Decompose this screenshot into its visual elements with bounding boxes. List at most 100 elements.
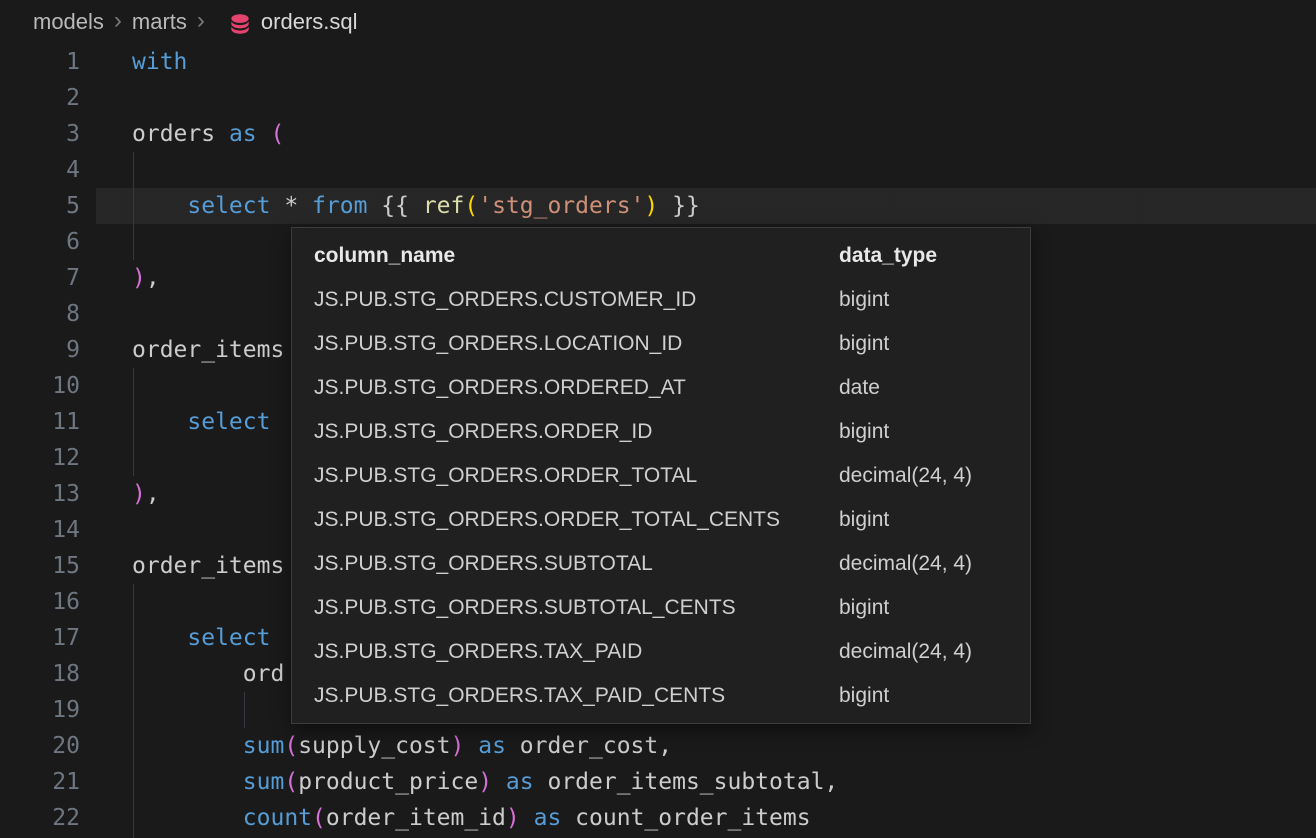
code-text[interactable]: order_items — [132, 332, 284, 368]
code-token: select — [187, 193, 270, 219]
code-text[interactable]: sum(product_price) as order_items_subtot… — [132, 764, 838, 800]
column-name-cell: JS.PUB.STG_ORDERS.ORDER_ID — [314, 410, 839, 454]
code-token: order_cost, — [506, 733, 672, 759]
code-token: ord — [132, 661, 284, 687]
code-text[interactable]: with — [132, 44, 187, 80]
line-number[interactable]: 12 — [0, 440, 80, 476]
code-text[interactable]: sum(supply_cost) as order_cost, — [132, 728, 672, 764]
data-type-cell: date — [839, 366, 1030, 410]
line-number[interactable]: 11 — [0, 404, 80, 440]
code-token: order_item_id — [326, 805, 506, 831]
code-token: ) — [644, 193, 658, 219]
data-type-cell: bigint — [839, 586, 1030, 630]
breadcrumb: models › marts › orders.sql — [0, 0, 1316, 44]
data-type-cell: decimal(24, 4) — [839, 454, 1030, 498]
indent-guide — [133, 152, 134, 260]
code-text[interactable]: select — [132, 620, 270, 656]
column-name-cell: JS.PUB.STG_ORDERS.SUBTOTAL — [314, 542, 839, 586]
hover-table-body: JS.PUB.STG_ORDERS.CUSTOMER_IDbigintJS.PU… — [314, 278, 1030, 718]
code-token: ref — [423, 193, 465, 219]
code-token: {{ — [367, 193, 422, 219]
code-token — [492, 769, 506, 795]
code-line-1[interactable]: 1 with — [0, 44, 1316, 80]
code-line-2[interactable]: 2 — [0, 80, 1316, 116]
code-token: ( — [271, 121, 285, 147]
breadcrumb-item-marts[interactable]: marts — [132, 9, 187, 35]
line-number[interactable]: 1 — [0, 44, 80, 80]
code-token: * — [270, 193, 312, 219]
code-token: sum — [243, 733, 285, 759]
breadcrumb-item-models[interactable]: models — [33, 9, 104, 35]
line-number[interactable]: 20 — [0, 728, 80, 764]
line-number[interactable]: 9 — [0, 332, 80, 368]
line-number[interactable]: 3 — [0, 116, 80, 152]
code-text[interactable]: ), — [132, 476, 160, 512]
hover-table-row: JS.PUB.STG_ORDERS.LOCATION_IDbigint — [314, 322, 1030, 366]
code-line-22[interactable]: 22 count(order_item_id) as count_order_i… — [0, 800, 1316, 836]
code-text[interactable]: count(order_item_id) as count_order_item… — [132, 800, 811, 836]
code-token: , — [146, 265, 160, 291]
column-name-cell: JS.PUB.STG_ORDERS.CUSTOMER_ID — [314, 278, 839, 322]
line-number[interactable]: 17 — [0, 620, 80, 656]
line-number[interactable]: 13 — [0, 476, 80, 512]
code-token: orders — [132, 121, 229, 147]
code-token: ( — [464, 193, 478, 219]
line-number[interactable]: 8 — [0, 296, 80, 332]
indent-guide — [133, 368, 134, 476]
code-line-3[interactable]: 3 orders as ( — [0, 116, 1316, 152]
code-line-4[interactable]: 4 — [0, 152, 1316, 188]
line-number[interactable]: 21 — [0, 764, 80, 800]
line-number[interactable]: 10 — [0, 368, 80, 404]
code-line-21[interactable]: 21 sum(product_price) as order_items_sub… — [0, 764, 1316, 800]
code-token: as — [506, 769, 534, 795]
code-token: count — [243, 805, 312, 831]
line-number[interactable]: 7 — [0, 260, 80, 296]
code-token: }} — [658, 193, 700, 219]
code-token: with — [132, 49, 187, 75]
code-token — [132, 625, 187, 651]
data-type-cell: bigint — [839, 498, 1030, 542]
code-line-5[interactable]: 5 select * from {{ ref('stg_orders') }} — [0, 188, 1316, 224]
breadcrumb-item-file[interactable]: orders.sql — [261, 9, 358, 35]
line-number[interactable]: 5 — [0, 188, 80, 224]
code-token: count_order_items — [561, 805, 810, 831]
code-token — [132, 409, 187, 435]
hover-table-header: column_name data_type — [314, 234, 1030, 278]
line-number[interactable]: 18 — [0, 656, 80, 692]
data-type-cell: bigint — [839, 410, 1030, 454]
code-text[interactable]: orders as ( — [132, 116, 284, 152]
code-token: ( — [284, 769, 298, 795]
code-text[interactable]: select — [132, 404, 270, 440]
line-number[interactable]: 2 — [0, 80, 80, 116]
column-name-cell: JS.PUB.STG_ORDERS.TAX_PAID_CENTS — [314, 674, 839, 718]
line-number[interactable]: 4 — [0, 152, 80, 188]
code-text[interactable]: order_items — [132, 548, 284, 584]
code-token: ) — [478, 769, 492, 795]
code-token: order_items — [132, 337, 284, 363]
code-text[interactable]: ord — [132, 656, 284, 692]
code-token — [132, 769, 243, 795]
column-name-header: column_name — [314, 234, 839, 278]
code-line-20[interactable]: 20 sum(supply_cost) as order_cost, — [0, 728, 1316, 764]
code-text[interactable]: ), — [132, 260, 160, 296]
code-token: as — [229, 121, 257, 147]
code-token: ) — [132, 481, 146, 507]
code-token: as — [534, 805, 562, 831]
code-token: , — [146, 481, 160, 507]
line-number[interactable]: 14 — [0, 512, 80, 548]
code-token: order_items — [132, 553, 284, 579]
line-number[interactable]: 15 — [0, 548, 80, 584]
code-token: product_price — [298, 769, 478, 795]
code-token: supply_cost — [298, 733, 450, 759]
data-type-header: data_type — [839, 234, 1030, 278]
line-number[interactable]: 22 — [0, 800, 80, 836]
line-number[interactable]: 19 — [0, 692, 80, 728]
data-type-cell: bigint — [839, 278, 1030, 322]
code-token — [464, 733, 478, 759]
line-number[interactable]: 16 — [0, 584, 80, 620]
code-token — [257, 121, 271, 147]
line-number[interactable]: 6 — [0, 224, 80, 260]
code-text[interactable]: select * from {{ ref('stg_orders') }} — [132, 188, 700, 224]
chevron-right-icon: › — [114, 7, 122, 35]
code-token — [132, 733, 243, 759]
